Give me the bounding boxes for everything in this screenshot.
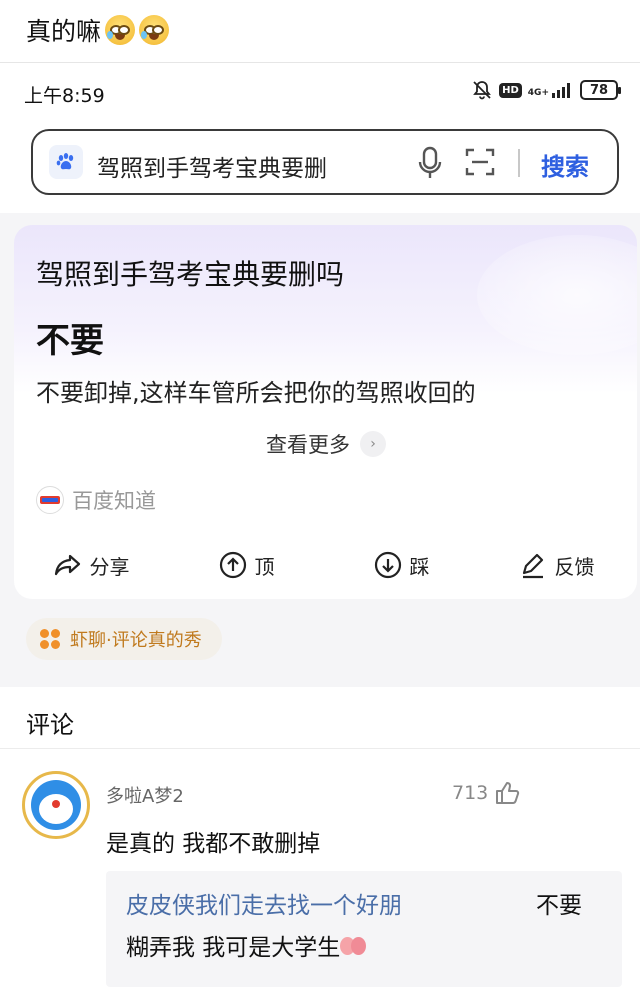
topic-tag[interactable]: 虾聊·评论真的秀 (26, 618, 222, 660)
status-time: 上午8:59 (24, 85, 105, 107)
reply-line-1: 皮皮侠我们走去找一个好朋 不要 (126, 885, 582, 927)
view-more-button[interactable]: 查看更多 › (266, 429, 386, 459)
battery-indicator: 78 (580, 80, 621, 100)
avatar[interactable] (22, 771, 90, 839)
status-bar: 上午8:59 HD 4G+ 78 (0, 63, 640, 119)
baidu-paw-icon[interactable] (49, 145, 83, 179)
scan-icon[interactable] (465, 147, 495, 177)
source-label: 百度知道 (72, 489, 156, 513)
answer-headline: 不要 (36, 321, 104, 361)
thumbs-up-icon (496, 782, 520, 804)
answer-card: 驾照到手驾考宝典要删吗 不要 不要卸掉,这样车管所会把你的驾照收回的 查看更多 … (14, 225, 637, 599)
reply-username[interactable]: 皮皮侠我们走去找一个好朋 (126, 885, 402, 927)
comments-title: 评论 (26, 711, 74, 739)
comment-text: 是真的 我都不敢删掉 (106, 831, 321, 857)
upvote-icon (219, 551, 246, 579)
downvote-icon (374, 551, 401, 579)
feedback-button[interactable]: 反馈 (479, 545, 634, 585)
view-more-label: 查看更多 (266, 433, 350, 457)
edit-icon (522, 553, 543, 579)
card-decoration (477, 235, 637, 355)
downvote-button[interactable]: 踩 (324, 545, 479, 585)
share-icon (54, 554, 80, 576)
search-input[interactable]: 驾照到手驾考宝典要删 (97, 149, 379, 183)
battery-level: 78 (589, 82, 609, 98)
upvote-label: 顶 (254, 554, 275, 579)
feedback-label: 反馈 (554, 554, 595, 579)
comments-divider (0, 748, 640, 749)
search-divider (518, 149, 520, 177)
downvote-label: 踩 (409, 554, 430, 579)
comments-section: 评论 多啦A梦2 713 是真的 我都不敢删掉 皮皮侠我们走去找一个好朋 不要 … (0, 687, 640, 989)
reply-box[interactable]: 皮皮侠我们走去找一个好朋 不要 糊弄我 我可是大学生 (106, 871, 622, 987)
like-count: 713 (452, 782, 489, 804)
couple-emoji-icon (340, 935, 367, 959)
upvote-button[interactable]: 顶 (169, 545, 324, 585)
share-button[interactable]: 分享 (14, 545, 169, 585)
share-label: 分享 (89, 554, 130, 579)
answer-source[interactable]: 百度知道 (36, 485, 156, 515)
search-box[interactable]: 驾照到手驾考宝典要删 搜索 (31, 129, 619, 195)
comment-username[interactable]: 多啦A梦2 (106, 782, 184, 808)
answer-actions: 分享 顶 踩 反馈 (14, 545, 637, 585)
post-title-text: 真的嘛 (26, 17, 102, 46)
reply-line-2: 糊弄我 我可是大学生 (126, 927, 602, 969)
status-icons: HD 4G+ 78 (471, 79, 621, 101)
search-button[interactable]: 搜索 (541, 147, 589, 182)
topic-tag-label: 虾聊·评论真的秀 (70, 630, 202, 651)
reply-text-end: 糊弄我 我可是大学生 (126, 935, 341, 961)
like-button[interactable]: 713 (452, 780, 520, 806)
network-indicator: 4G+ (528, 82, 574, 98)
crying-face-icon (139, 15, 170, 45)
microphone-icon[interactable] (417, 146, 443, 180)
search-area: 驾照到手驾考宝典要删 搜索 (0, 119, 640, 213)
post-title: 真的嘛 (26, 12, 170, 48)
phone-screenshot: 上午8:59 HD 4G+ 78 驾照到手驾考宝典要删 搜索 驾照到手驾考宝典要… (0, 62, 640, 989)
crying-face-icon (105, 15, 136, 45)
signal-icon (552, 83, 570, 98)
network-type: 4G+ (527, 88, 549, 98)
chevron-right-icon: › (360, 431, 386, 457)
bell-muted-icon (473, 81, 491, 100)
answer-question: 驾照到手驾考宝典要删吗 (36, 258, 345, 291)
answer-detail: 不要卸掉,这样车管所会把你的驾照收回的 (36, 379, 476, 407)
doraemon-avatar-image (31, 780, 81, 830)
baidu-zhidao-logo-icon (36, 486, 64, 514)
reply-text-start: 不要 (536, 893, 582, 919)
hd-badge: HD (499, 82, 522, 98)
clover-icon (40, 629, 60, 649)
